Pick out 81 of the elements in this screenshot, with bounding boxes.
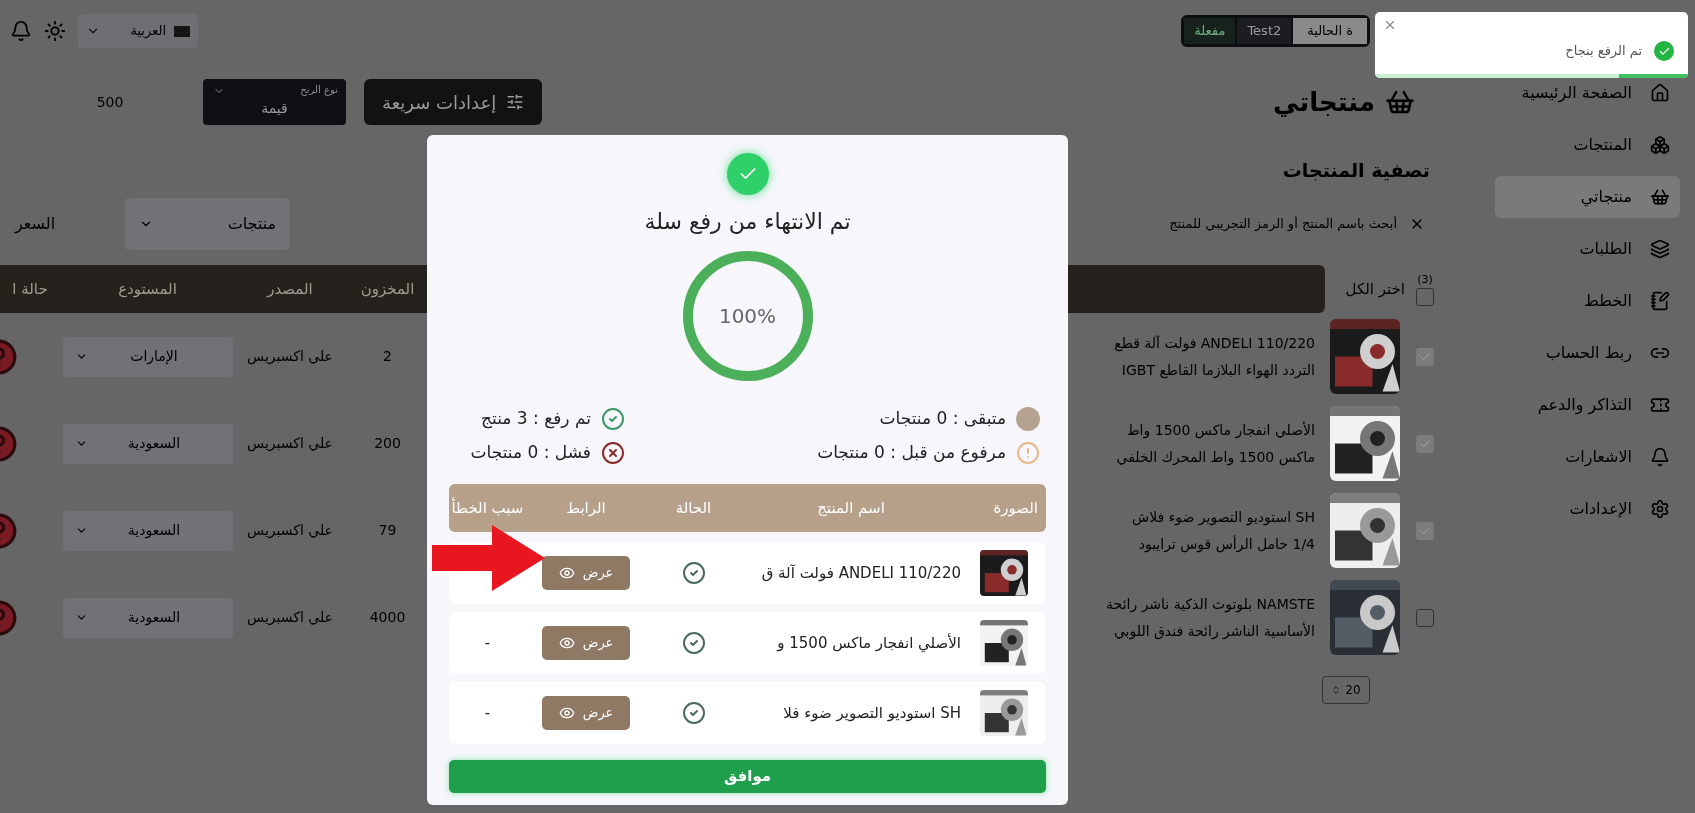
page-title: منتجاتي bbox=[1273, 85, 1375, 119]
warehouse-select[interactable]: السعودية bbox=[62, 423, 233, 464]
language-select[interactable]: العربية bbox=[78, 14, 198, 48]
warehouse-select[interactable]: السعودية bbox=[62, 510, 233, 551]
store-label: ة الحالية bbox=[1293, 18, 1367, 44]
profit-type-select[interactable]: نوع الربح قيمة bbox=[203, 79, 346, 125]
ok-button[interactable]: موافق bbox=[449, 760, 1046, 793]
eye-icon bbox=[558, 705, 575, 721]
check-circle-icon bbox=[601, 407, 625, 431]
column-header: حالة ا bbox=[11, 278, 49, 300]
view-button[interactable]: عرض bbox=[542, 556, 630, 590]
warehouse-select[interactable]: الإمارات bbox=[62, 336, 233, 377]
settings-icon bbox=[1650, 499, 1670, 519]
view-button[interactable]: عرض bbox=[542, 626, 630, 660]
source-cell-text: علي اكسبريس bbox=[246, 434, 334, 454]
stock-cell-text: 79 bbox=[377, 521, 398, 540]
notification-icon[interactable] bbox=[10, 20, 32, 42]
layers-icon bbox=[1650, 239, 1670, 259]
column-header: اسم المنتج bbox=[816, 497, 886, 519]
column-header: المستودع bbox=[117, 278, 178, 300]
basket-icon bbox=[1650, 187, 1670, 207]
eye-icon bbox=[558, 565, 575, 581]
source-cell-text: علي اكسبريس bbox=[246, 608, 334, 628]
column-header: الصورة bbox=[992, 497, 1039, 519]
product-name: SH استوديو التصوير ضوء فلا bbox=[782, 702, 961, 724]
close-icon[interactable] bbox=[1383, 18, 1397, 32]
sort-icon bbox=[1331, 685, 1342, 695]
stock-cell-text: 2 bbox=[382, 347, 393, 366]
source-cell-text: علي اكسبريس bbox=[246, 347, 334, 367]
sliders-icon bbox=[506, 93, 525, 111]
theme-icon[interactable] bbox=[44, 20, 66, 42]
warehouse-select[interactable]: السعودية bbox=[62, 597, 233, 638]
price-label: السعر bbox=[15, 213, 56, 235]
sidebar-item[interactable]: منتجاتي bbox=[1495, 176, 1680, 218]
eye-icon bbox=[558, 635, 575, 651]
source-cell-text: علي اكسبريس bbox=[246, 521, 334, 541]
quick-settings-button[interactable]: إعدادات سريعة bbox=[364, 79, 543, 125]
column-header: المصدر bbox=[265, 278, 314, 300]
row-checkbox[interactable] bbox=[1416, 434, 1434, 453]
stock-cell-text: 4000 bbox=[368, 608, 407, 627]
select-all-checkbox[interactable] bbox=[1416, 288, 1434, 307]
x-circle-icon bbox=[601, 441, 625, 465]
select-label: نوع الربح bbox=[300, 83, 338, 97]
ticket-icon bbox=[1650, 395, 1670, 415]
note-icon bbox=[1650, 291, 1670, 311]
error-cell-text: - bbox=[483, 702, 492, 724]
product-name: الأصلي انفجار ماكس 1500 و bbox=[775, 632, 961, 655]
progress-label: 100% bbox=[717, 303, 778, 330]
row-checkbox[interactable] bbox=[1416, 521, 1434, 540]
row-checkbox[interactable] bbox=[1416, 347, 1434, 366]
dialog-title: تم الانتهاء من رفع سلة bbox=[644, 208, 851, 237]
column-header: الرابط bbox=[565, 497, 607, 519]
page-size-select[interactable]: 20 bbox=[1322, 676, 1370, 704]
stat-text: فشل : 0 منتجات bbox=[470, 441, 591, 465]
profit-value: 500 bbox=[95, 92, 125, 112]
section-title: تصفية المنتجات bbox=[1282, 157, 1430, 183]
select-all-label: اختر الكل bbox=[1344, 278, 1405, 300]
stat-text: تم رفع : 3 منتج bbox=[481, 407, 591, 431]
flag-icon bbox=[174, 25, 190, 37]
product-name: ANDELI 110/220 فولت آلة ق bbox=[760, 562, 961, 584]
view-button[interactable]: عرض bbox=[542, 696, 630, 730]
toast-message: تم الرفع بنجاح bbox=[1565, 42, 1642, 61]
type-select[interactable]: منتجات bbox=[125, 198, 291, 250]
column-header: سبب الخطأ bbox=[450, 496, 525, 519]
selected-count: (3) bbox=[1417, 271, 1433, 288]
bell-icon bbox=[1650, 447, 1670, 467]
status-badge: مفعلة bbox=[1184, 18, 1236, 44]
stat-text: متبقى : 0 منتجات bbox=[879, 407, 1006, 431]
store-name: Test2 bbox=[1237, 18, 1292, 44]
alert-icon bbox=[1016, 441, 1040, 465]
stock-cell-text: 200 bbox=[373, 434, 402, 453]
select-value: قيمة bbox=[261, 98, 288, 118]
boxes-icon bbox=[1650, 135, 1670, 155]
stat-text: مرفوع من قبل : 0 منتجات bbox=[817, 441, 1006, 465]
column-header: المخزون bbox=[359, 278, 416, 300]
error-cell-text: - bbox=[483, 632, 492, 654]
row-checkbox[interactable] bbox=[1416, 608, 1434, 627]
success-icon bbox=[726, 153, 769, 195]
home-icon bbox=[1650, 83, 1670, 103]
column-header: الحالة bbox=[674, 497, 713, 519]
success-icon bbox=[1654, 41, 1674, 61]
